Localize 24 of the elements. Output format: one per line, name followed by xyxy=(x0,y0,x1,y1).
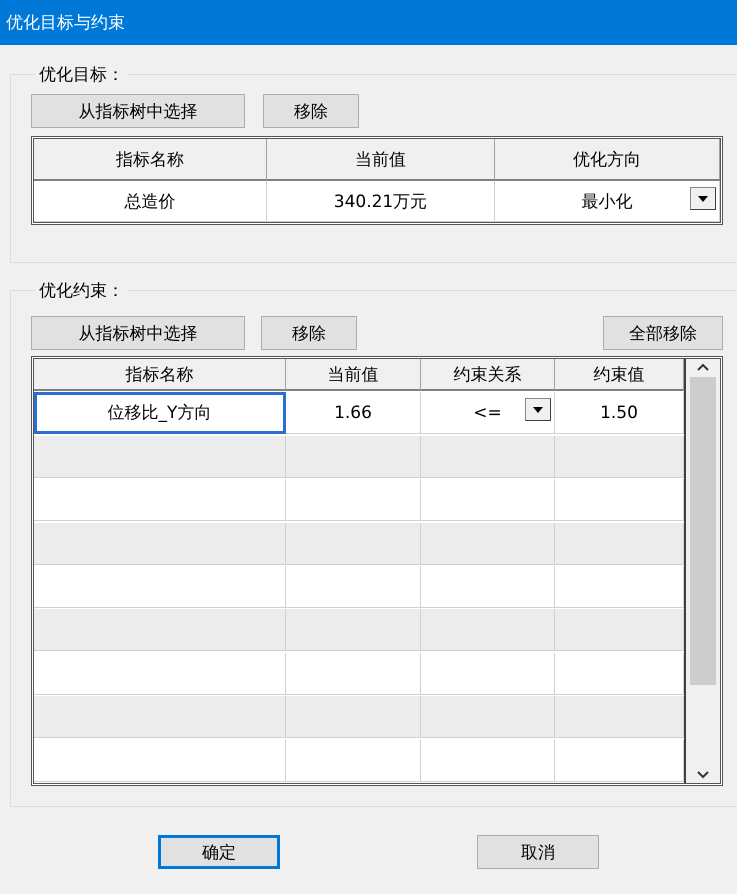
column-header: 当前值 xyxy=(267,139,495,181)
table-cell: 340.21万元 xyxy=(267,181,495,222)
select-from-tree-button[interactable]: 从指标树中选择 xyxy=(31,316,245,350)
column-header: 指标名称 xyxy=(34,359,286,391)
column-header: 指标名称 xyxy=(34,139,267,181)
group-label: 优化目标： xyxy=(38,64,125,86)
window-title: 优化目标与约束 xyxy=(0,0,737,45)
select-from-tree-button[interactable]: 从指标树中选择 xyxy=(31,94,245,128)
column-header: 优化方向 xyxy=(495,139,720,181)
table-cell: 1.66 xyxy=(286,392,421,434)
column-header: 约束值 xyxy=(555,359,684,391)
dropdown-cell[interactable]: 最小化 xyxy=(495,181,720,222)
remove-all-button[interactable]: 全部移除 xyxy=(603,316,723,350)
column-header: 当前值 xyxy=(286,359,421,391)
remove-button[interactable]: 移除 xyxy=(261,316,357,350)
table-cell: 位移比_Y方向 xyxy=(34,392,286,434)
cancel-button[interactable]: 取消 xyxy=(477,835,599,869)
column-header: 约束关系 xyxy=(421,359,555,391)
ok-button[interactable]: 确定 xyxy=(158,835,280,869)
remove-button[interactable]: 移除 xyxy=(263,94,359,128)
dropdown-cell[interactable]: <= xyxy=(421,392,555,434)
group-label: 优化约束： xyxy=(38,280,125,302)
table-cell: 总造价 xyxy=(34,181,267,222)
table-cell: 1.50 xyxy=(555,392,684,434)
